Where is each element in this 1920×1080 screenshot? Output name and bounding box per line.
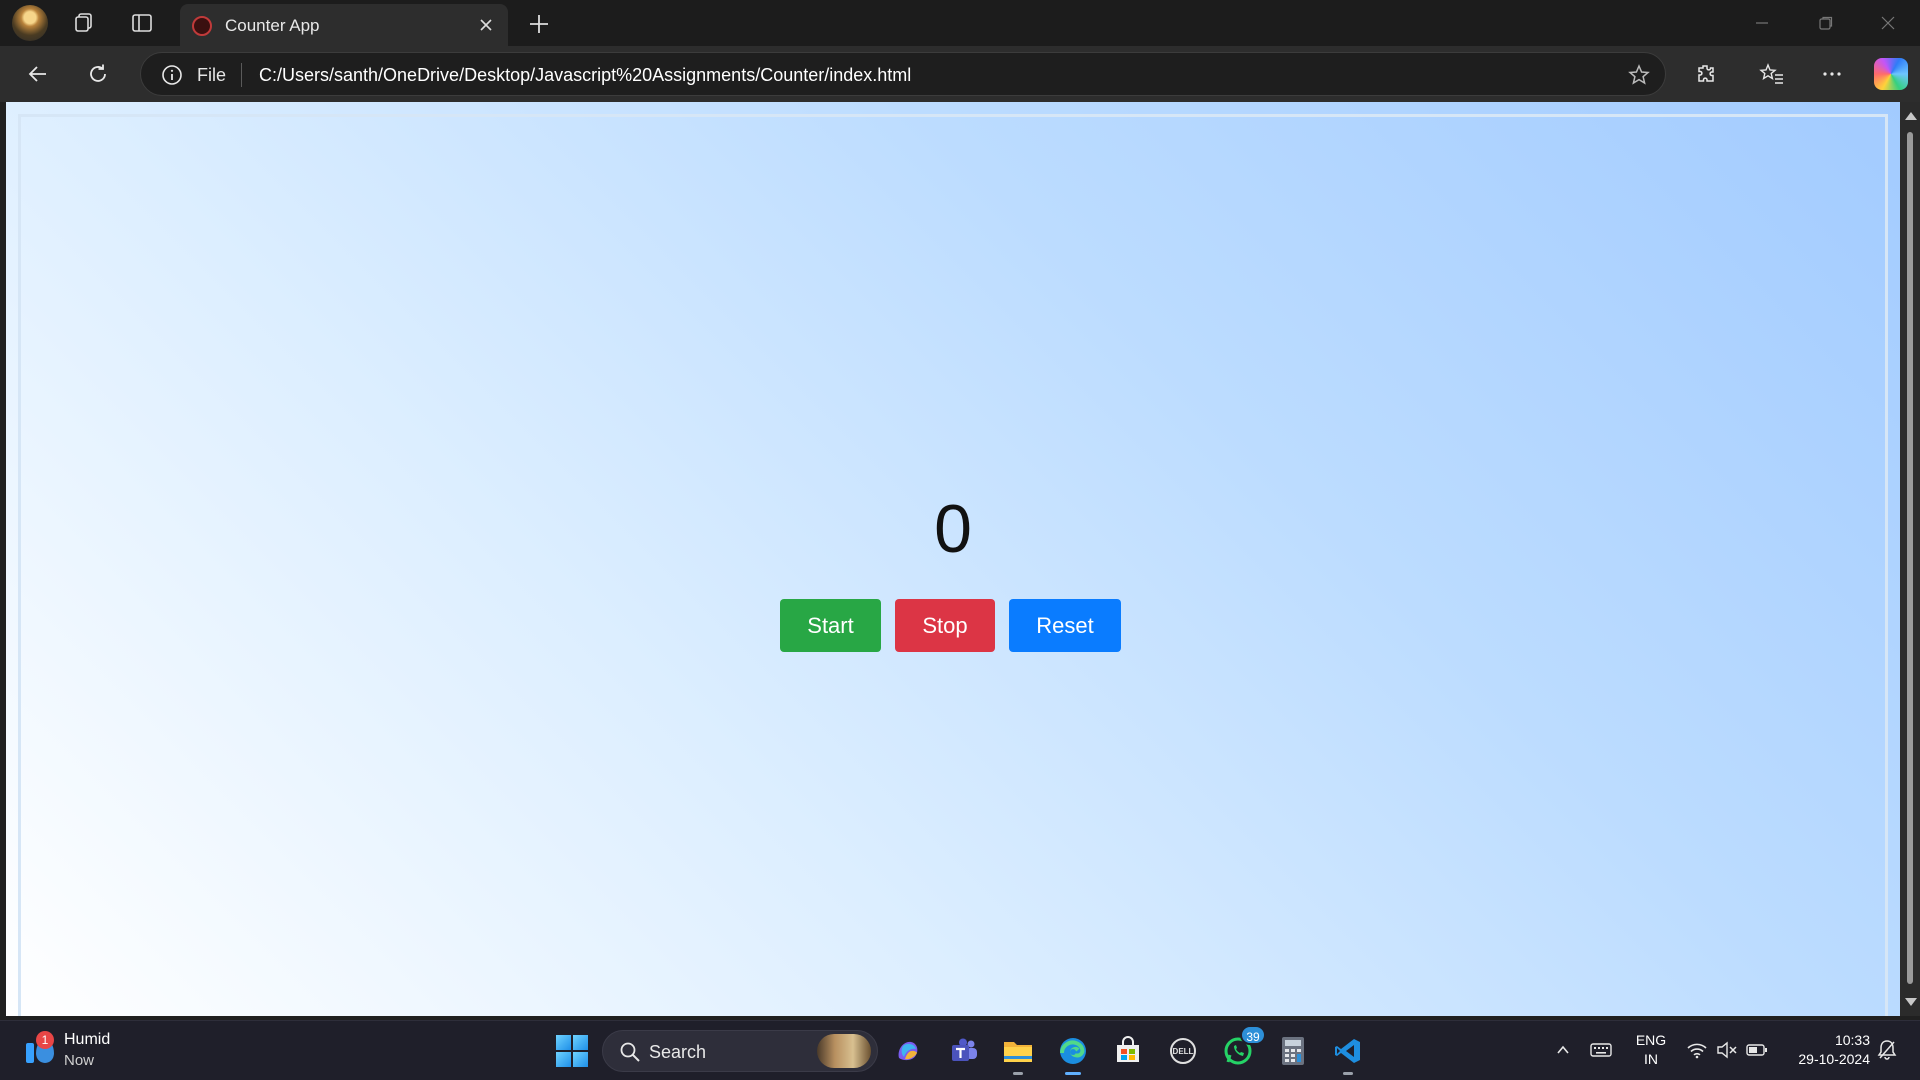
copilot-app-icon[interactable]: [890, 1033, 926, 1069]
keyboard-icon[interactable]: [1586, 1035, 1616, 1065]
extensions-icon[interactable]: [1690, 58, 1722, 90]
weather-subtitle[interactable]: Now: [64, 1052, 94, 1069]
search-icon: [619, 1041, 641, 1063]
vertical-tabs-icon[interactable]: [126, 7, 158, 39]
system-clock[interactable]: 10:33 29-10-2024: [1780, 1031, 1870, 1069]
tab-favicon-icon: [192, 16, 212, 36]
scroll-down-icon[interactable]: [1905, 998, 1917, 1006]
search-placeholder: Search: [649, 1042, 707, 1062]
whatsapp-icon[interactable]: 39: [1220, 1025, 1266, 1069]
tab-counter-app[interactable]: Counter App: [180, 4, 508, 46]
search-highlight-image: [817, 1034, 871, 1068]
scroll-thumb[interactable]: [1907, 132, 1913, 984]
scheme-label: File: [197, 65, 227, 85]
windows-start-icon[interactable]: [556, 1035, 588, 1067]
weather-widget-icon[interactable]: 1: [22, 1031, 62, 1071]
svg-text:DELL: DELL: [1173, 1047, 1194, 1056]
refresh-icon[interactable]: [82, 58, 114, 90]
weather-title[interactable]: Humid: [64, 1031, 110, 1049]
calculator-icon[interactable]: [1275, 1033, 1311, 1069]
clock-date: 29-10-2024: [1798, 1051, 1870, 1067]
taskbar-search[interactable]: Search: [602, 1030, 878, 1072]
page-viewport: 0 Start Stop Reset: [6, 102, 1900, 1016]
minimize-icon[interactable]: [1742, 8, 1782, 38]
profile-avatar[interactable]: [12, 5, 48, 41]
reset-button[interactable]: Reset: [1009, 599, 1121, 652]
address-bar[interactable]: File C:/Users/santh/OneDrive/Desktop/Jav…: [140, 52, 1666, 96]
battery-icon[interactable]: [1742, 1035, 1772, 1065]
microsoft-store-icon[interactable]: [1110, 1033, 1146, 1069]
url-text[interactable]: C:/Users/santh/OneDrive/Desktop/Javascri…: [259, 65, 911, 86]
counter-controls: Start Stop Reset: [780, 599, 1121, 652]
dell-icon[interactable]: DELL: [1165, 1033, 1201, 1069]
taskbar: 1 Humid Now Search DELL 39 ENG IN 10:33 …: [0, 1020, 1920, 1080]
language-code: ENG: [1635, 1032, 1667, 1048]
vertical-scrollbar[interactable]: [1900, 102, 1920, 1016]
widget-notification-badge: 1: [36, 1031, 54, 1049]
scroll-up-icon[interactable]: [1905, 112, 1917, 120]
workspaces-icon[interactable]: [68, 7, 100, 39]
start-button[interactable]: Start: [780, 599, 881, 652]
copilot-icon[interactable]: [1874, 58, 1908, 90]
show-hidden-icons-icon[interactable]: [1548, 1035, 1578, 1065]
file-explorer-icon[interactable]: [1000, 1033, 1036, 1075]
clock-time: 10:33: [1834, 1032, 1870, 1048]
site-info-icon[interactable]: [161, 64, 183, 86]
volume-muted-icon[interactable]: [1712, 1035, 1742, 1065]
vscode-icon[interactable]: [1330, 1033, 1366, 1075]
close-window-icon[interactable]: [1868, 8, 1908, 38]
teams-icon[interactable]: [946, 1033, 982, 1069]
address-divider: [241, 63, 242, 87]
restore-icon[interactable]: [1806, 8, 1846, 38]
whatsapp-unread-badge: 39: [1240, 1025, 1266, 1045]
stop-button[interactable]: Stop: [895, 599, 995, 652]
new-tab-icon[interactable]: [526, 11, 552, 37]
favorite-star-icon[interactable]: [1627, 63, 1651, 87]
language-indicator[interactable]: ENG IN: [1634, 1031, 1668, 1069]
browser-title-bar: Counter App: [0, 0, 1920, 46]
notifications-icon[interactable]: [1872, 1035, 1902, 1065]
browser-toolbar: File C:/Users/santh/OneDrive/Desktop/Jav…: [0, 46, 1920, 102]
tab-title: Counter App: [225, 16, 320, 35]
counter-value: 0: [934, 491, 972, 567]
edge-browser-icon[interactable]: [1055, 1033, 1091, 1075]
language-region: IN: [1644, 1051, 1658, 1067]
favorites-icon[interactable]: [1756, 58, 1788, 90]
wifi-icon[interactable]: [1682, 1035, 1712, 1065]
back-icon[interactable]: [22, 58, 54, 90]
tab-close-icon[interactable]: [476, 15, 496, 35]
counter-page: 0 Start Stop Reset: [6, 102, 1900, 1016]
more-options-icon[interactable]: [1816, 58, 1848, 90]
